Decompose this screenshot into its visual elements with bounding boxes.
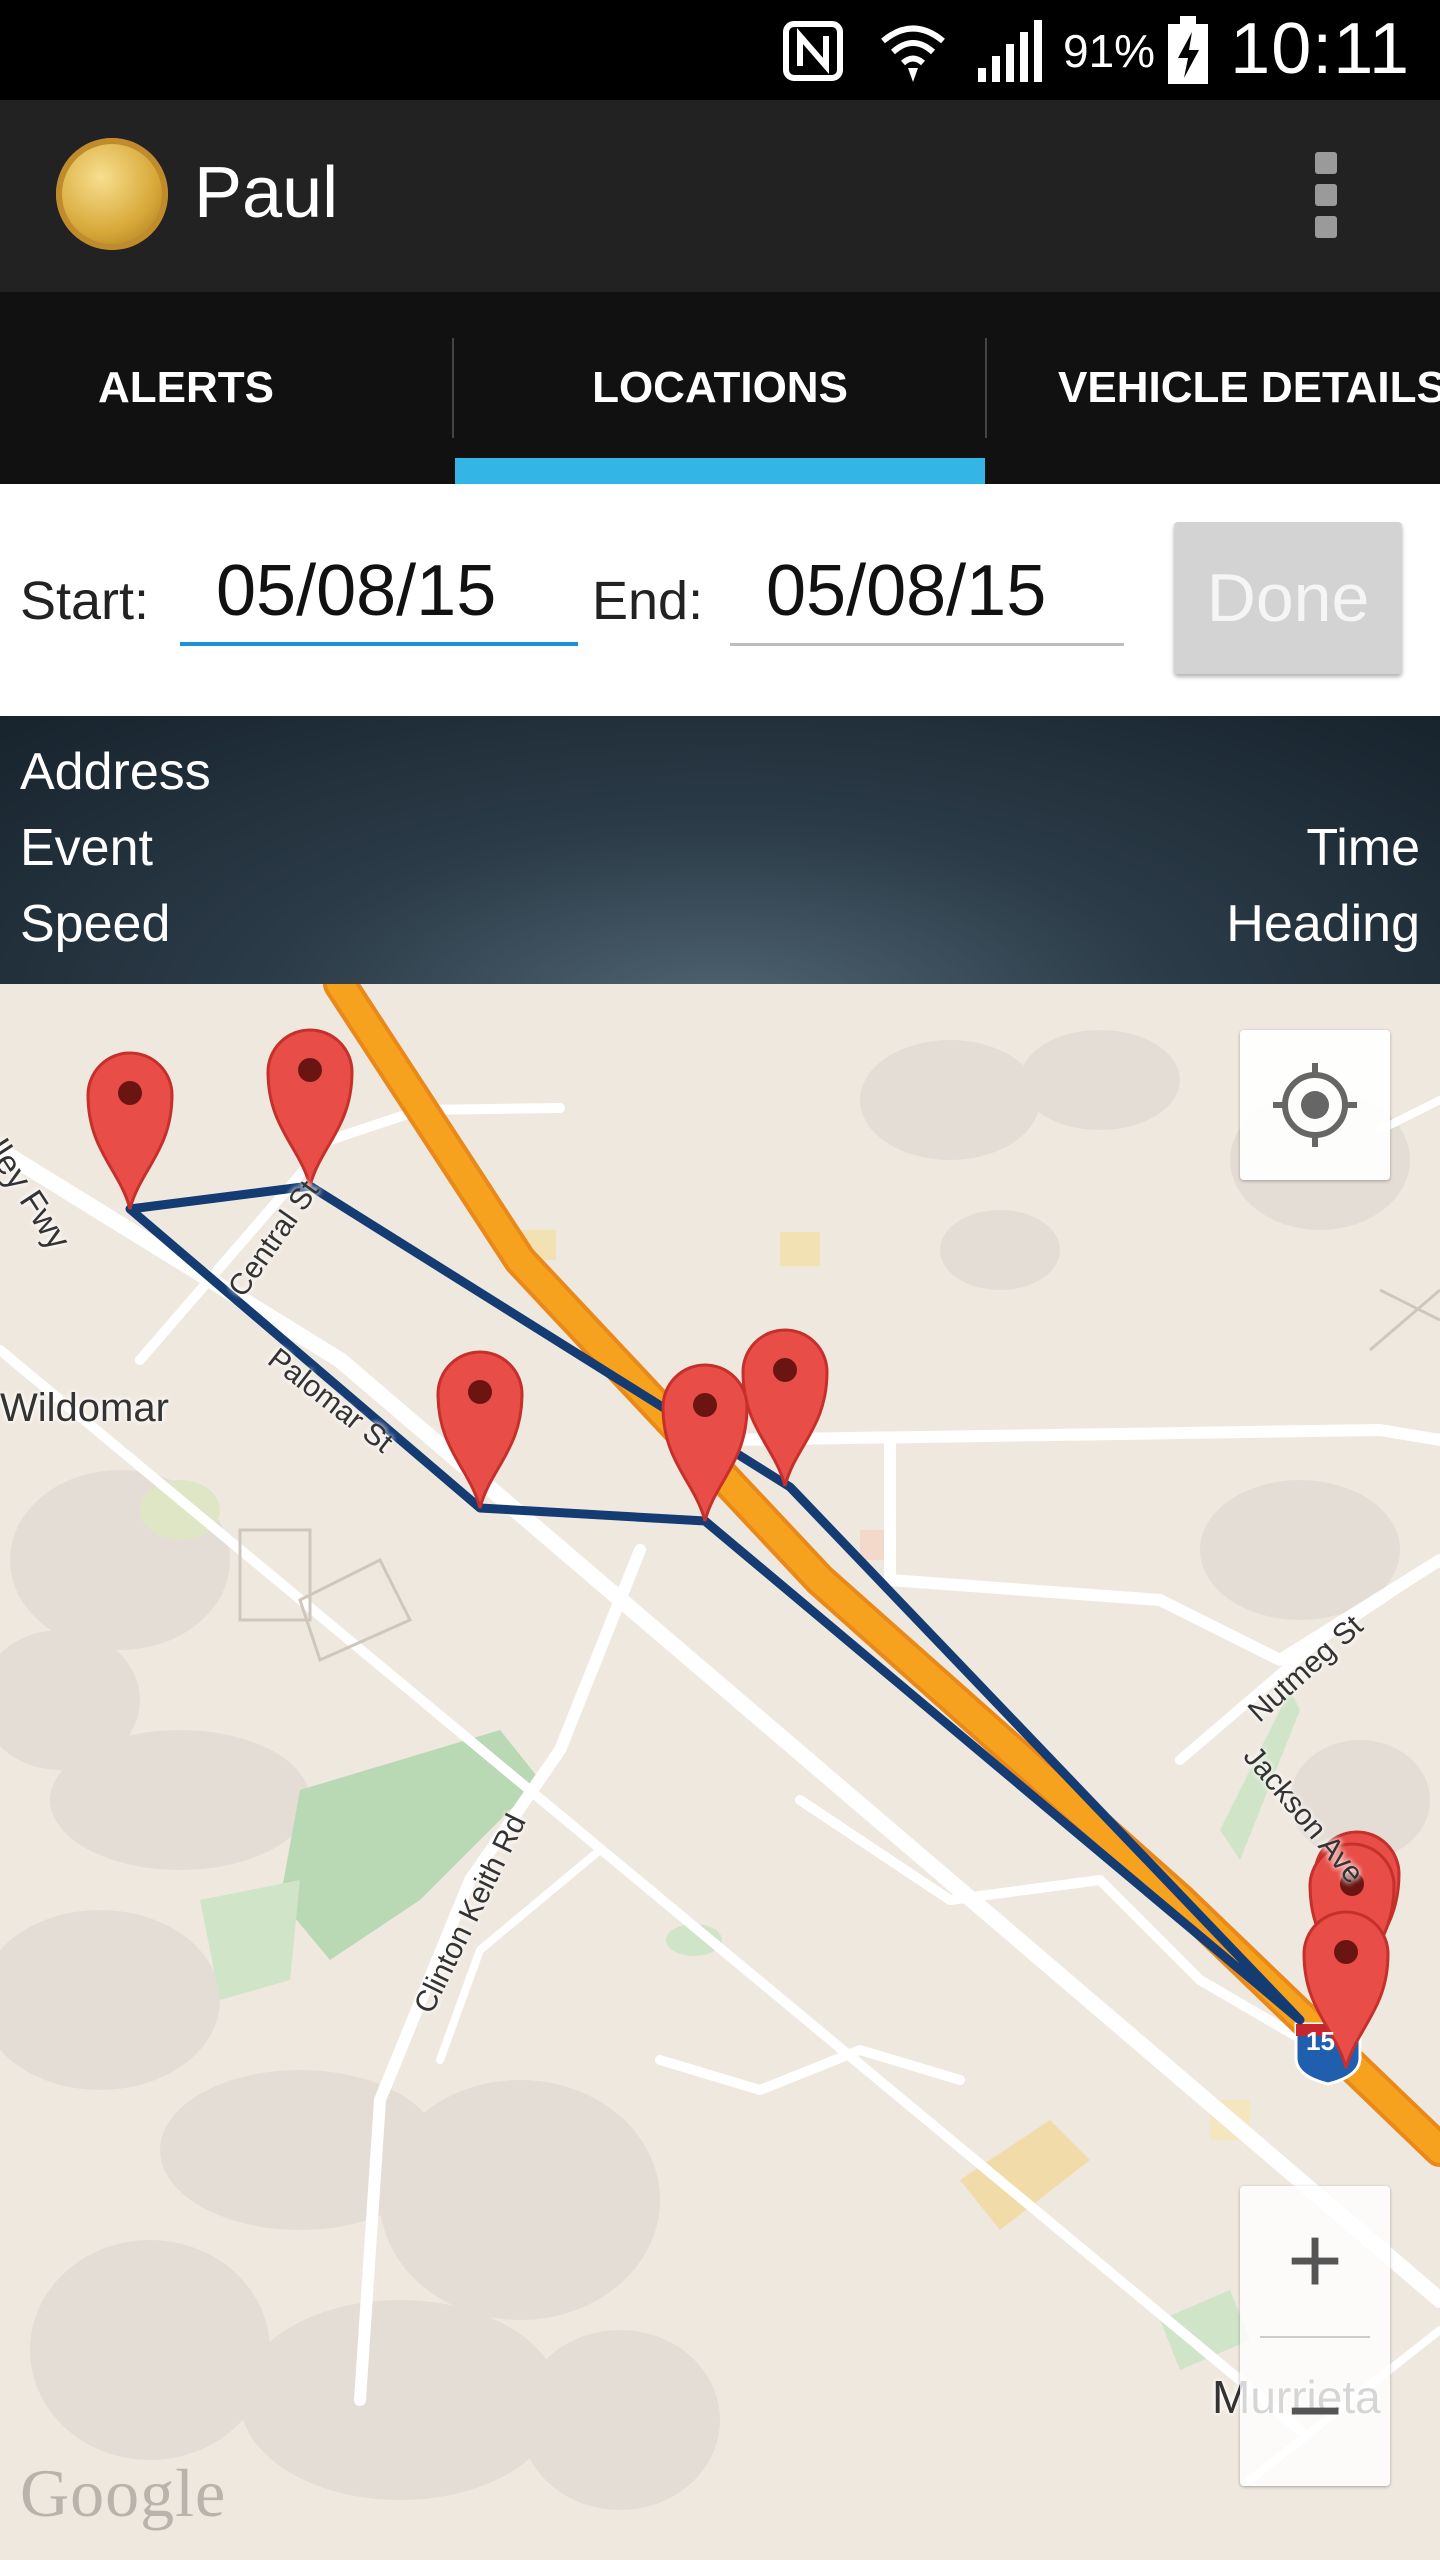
speed-label: Speed (20, 895, 171, 953)
app-logo-icon[interactable] (56, 138, 168, 250)
address-label: Address (20, 743, 211, 801)
nfc-icon (783, 21, 843, 81)
tab-divider (985, 338, 987, 438)
location-info-header: Address Event Time Speed Heading (0, 716, 1440, 984)
zoom-controls: + − (1240, 2186, 1390, 2486)
end-date-field[interactable]: 05/08/15 (730, 550, 1124, 646)
google-attribution: Google (20, 2455, 227, 2531)
tab-alerts[interactable]: ALERTS (0, 292, 372, 484)
clock: 10:11 (1230, 9, 1410, 89)
crosshair-icon (1273, 1063, 1357, 1147)
app-bar: Paul (0, 100, 1440, 292)
location-marker[interactable] (266, 1028, 354, 1187)
heading-label: Heading (1226, 895, 1420, 953)
tab-bar: ALERTS LOCATIONS VEHICLE DETAILS (0, 292, 1440, 484)
date-range-bar: Start: 05/08/15 End: 05/08/15 Done (0, 484, 1440, 716)
wildomar-label: Wildomar (0, 1386, 169, 1430)
signal-icon (978, 20, 1042, 82)
tab-divider (452, 338, 454, 438)
done-button[interactable]: Done (1174, 522, 1402, 674)
map-view[interactable]: ecula Valley Fwy Central St Palomar St W… (0, 984, 1440, 2560)
map-canvas (0, 984, 1440, 2510)
terrain-shading (0, 1030, 1430, 2510)
battery-percent: 91% (1063, 25, 1156, 77)
event-label: Event (20, 819, 153, 877)
battery-charging-icon (1168, 16, 1208, 84)
overflow-menu-icon[interactable] (1306, 152, 1346, 238)
my-location-button[interactable] (1240, 1030, 1390, 1180)
tab-vehicle-details[interactable]: VEHICLE DETAILS (1058, 292, 1440, 484)
page-title: Paul (194, 153, 339, 233)
status-bar: 91% 10:11 (0, 0, 1440, 100)
time-label: Time (1306, 819, 1420, 877)
wifi-icon (881, 25, 945, 82)
zoom-out-button[interactable]: − (1240, 2336, 1390, 2486)
tab-locations[interactable]: LOCATIONS (455, 292, 985, 484)
start-label: Start: (20, 571, 150, 631)
end-label: End: (592, 571, 704, 631)
location-marker[interactable] (86, 1051, 174, 1210)
interstate-shield-label: 15 (1306, 2026, 1335, 2056)
start-date-field[interactable]: 05/08/15 (180, 550, 578, 646)
zoom-in-button[interactable]: + (1240, 2186, 1390, 2336)
selected-tab-indicator (455, 458, 985, 484)
